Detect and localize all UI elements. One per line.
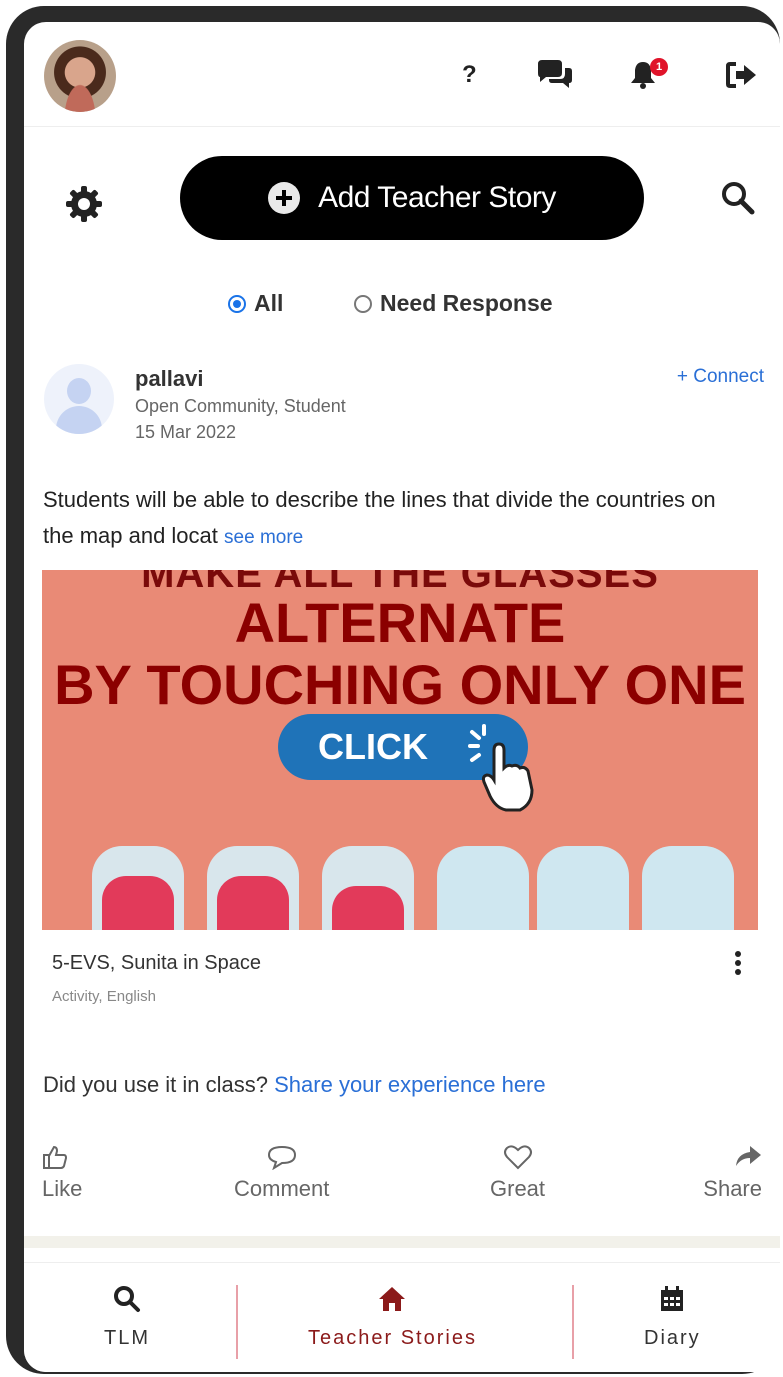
glass-jug-red — [322, 846, 414, 930]
home-icon — [379, 1287, 406, 1311]
post-media-image[interactable]: MAKE ALL THE GLASSES ALTERNATE BY TOUCHI… — [42, 570, 758, 930]
nav-teacher-stories-label: Teacher Stories — [308, 1327, 477, 1349]
post-actions: Like Comment Great Share — [24, 1144, 780, 1224]
bottom-navigation: TLM Teacher Stories Diary — [24, 1262, 780, 1372]
calendar-icon — [661, 1286, 684, 1311]
connect-button[interactable]: + Connect — [677, 366, 764, 388]
person-placeholder-body — [56, 406, 102, 434]
nav-tlm[interactable]: TLM — [104, 1285, 150, 1350]
used-in-class-prompt: Did you use it in class? Share your expe… — [43, 1072, 546, 1098]
radio-unselected-icon — [354, 294, 372, 313]
filter-need-response-radio[interactable]: Need Response — [354, 290, 553, 317]
glass-jug-empty — [642, 846, 734, 930]
comment-bubble-icon — [267, 1145, 296, 1170]
like-label: Like — [42, 1176, 83, 1201]
thumbs-up-icon — [43, 1145, 68, 1169]
app-screen: ? 1 Add Teacher Story All Need Response … — [24, 22, 780, 1372]
glass-jug-empty — [437, 846, 529, 930]
nav-diary-label: Diary — [644, 1327, 701, 1349]
resource-tags: Activity, English — [52, 988, 156, 1005]
see-more-link[interactable]: see more — [224, 527, 303, 548]
great-label: Great — [490, 1176, 546, 1201]
resource-title[interactable]: 5-EVS, Sunita in Space — [52, 952, 261, 975]
chat-icon[interactable] — [536, 60, 574, 90]
person-placeholder-icon — [67, 378, 91, 404]
filter-need-response-label: Need Response — [380, 290, 553, 316]
comment-button[interactable]: Comment — [234, 1144, 329, 1202]
filter-all-radio[interactable]: All — [228, 290, 283, 317]
add-teacher-story-button[interactable]: Add Teacher Story — [180, 156, 644, 240]
share-arrow-icon — [736, 1146, 761, 1166]
top-bar: ? 1 — [24, 22, 780, 127]
notification-bell-icon[interactable]: 1 — [628, 58, 668, 90]
radio-selected-icon — [228, 294, 246, 313]
media-caption-line1: ALTERNATE — [234, 591, 566, 654]
nav-separator — [572, 1285, 574, 1359]
share-button[interactable]: Share — [703, 1144, 762, 1202]
post-text-content: Students will be able to describe the li… — [43, 487, 716, 548]
author-avatar[interactable] — [44, 364, 114, 434]
comment-label: Comment — [234, 1176, 330, 1201]
settings-gear-icon[interactable] — [64, 184, 104, 229]
glass-jug-red — [207, 846, 299, 930]
nav-diary[interactable]: Diary — [644, 1285, 701, 1350]
story-filter: All Need Response — [24, 284, 780, 324]
nav-separator — [236, 1285, 238, 1359]
user-avatar[interactable] — [44, 40, 116, 112]
media-caption-line2: BY TOUCHING ONLY ONE — [54, 653, 746, 716]
search-icon[interactable] — [720, 180, 756, 221]
great-button[interactable]: Great — [490, 1144, 545, 1202]
used-in-class-text: Did you use it in class? — [43, 1072, 268, 1097]
heart-icon — [503, 1145, 532, 1170]
post-text: Students will be able to describe the li… — [43, 482, 743, 556]
post-author-name[interactable]: pallavi — [135, 366, 203, 392]
glass-jug-empty — [537, 846, 629, 930]
post-date: 15 Mar 2022 — [135, 422, 237, 442]
notification-badge: 1 — [650, 58, 668, 76]
hand-pointer-icon — [468, 724, 534, 812]
share-experience-link[interactable]: Share your experience here — [274, 1072, 546, 1097]
media-click-label: CLICK — [318, 726, 428, 767]
logout-icon[interactable] — [726, 60, 758, 90]
feed-divider — [24, 1236, 780, 1248]
glass-jug-red — [92, 846, 184, 930]
plus-circle-icon — [268, 182, 301, 214]
share-label: Share — [703, 1176, 762, 1201]
more-options-icon[interactable] — [734, 950, 742, 981]
help-button[interactable]: ? — [462, 60, 477, 90]
search-icon — [114, 1286, 140, 1312]
post-author-community: Open Community, Student — [135, 396, 346, 416]
nav-tlm-label: TLM — [104, 1327, 150, 1349]
add-teacher-story-label: Add Teacher Story — [318, 181, 556, 214]
filter-all-label: All — [254, 290, 284, 316]
nav-teacher-stories[interactable]: Teacher Stories — [308, 1285, 477, 1350]
like-button[interactable]: Like — [42, 1144, 82, 1202]
